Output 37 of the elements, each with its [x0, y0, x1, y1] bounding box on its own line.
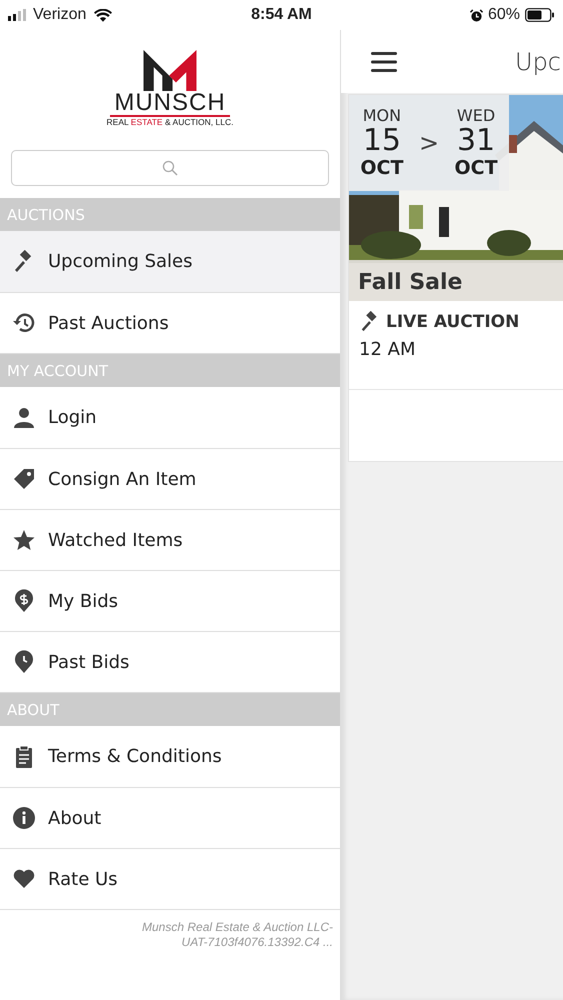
page-title: Upc — [515, 48, 561, 76]
tag-icon — [12, 467, 36, 491]
month-label: OCT — [360, 157, 404, 179]
battery-icon — [524, 8, 555, 22]
history-icon — [12, 311, 36, 335]
status-time: 8:54 AM — [250, 6, 313, 24]
heart-icon — [12, 867, 36, 891]
menu-icon — [371, 50, 397, 72]
auction-time: 12 AM — [359, 339, 416, 360]
info-icon — [12, 806, 36, 830]
logo-tagline: ESTATE — [130, 117, 163, 127]
signal-icon — [8, 9, 28, 21]
day-number: 15 — [362, 125, 402, 157]
logo-wordmark: MUNSCH — [110, 91, 230, 117]
range-arrow: > — [418, 129, 440, 157]
alarm-icon — [470, 8, 483, 22]
carrier-name: Verizon — [33, 6, 86, 24]
auction-type: LIVE AUCTION — [386, 312, 520, 332]
star-icon — [12, 528, 36, 552]
logo-tagline: & AUCTION, LLC. — [164, 117, 234, 127]
wifi-icon — [94, 8, 112, 22]
auction-card[interactable]: MON 15 OCT > WED 31 OCT Fall Sale LIVE AUCTION 12 AM — [348, 94, 563, 462]
search-icon — [162, 160, 178, 176]
day-number: 31 — [456, 125, 496, 157]
weekday-label: MON — [362, 107, 402, 125]
battery-percent: 60% — [488, 6, 520, 24]
person-icon — [12, 406, 36, 430]
dollar-pin-icon — [12, 589, 36, 613]
menu-item[interactable]: Upcoming Sales — [0, 231, 340, 293]
search-field[interactable] — [11, 150, 329, 186]
month-label: OCT — [454, 157, 498, 179]
version-text: Munsch Real Estate & Auction LLC- — [141, 920, 333, 935]
sale-name: Fall Sale — [349, 263, 563, 301]
clock-pin-icon — [12, 650, 36, 674]
logo-tagline: REAL — [106, 117, 130, 127]
version-text: UAT-7103f4076.13392.C4 ... — [180, 935, 333, 950]
weekday-label: WED — [456, 107, 496, 125]
